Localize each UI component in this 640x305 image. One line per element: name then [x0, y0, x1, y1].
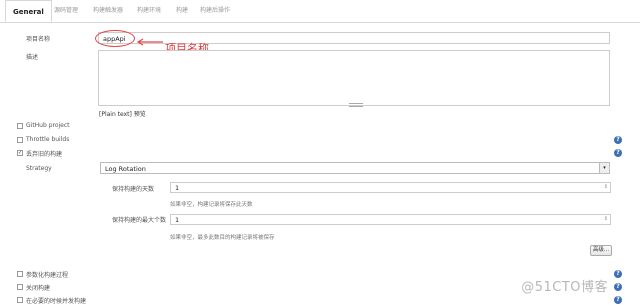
watermark: @51CTO博客: [521, 280, 608, 295]
max-builds-value: 1: [175, 216, 180, 224]
max-builds-hint: 如果非空，最多此数目的构建记录将被保存: [170, 235, 275, 241]
disable-build-checkbox[interactable]: [17, 284, 23, 290]
annotation-arrow: [136, 38, 163, 46]
help-icon[interactable]: ?: [614, 136, 622, 144]
days-to-keep-value: 1: [175, 184, 180, 192]
github-project-label: GitHub project: [26, 122, 70, 129]
concurrent-build-checkbox[interactable]: [17, 297, 23, 303]
github-project-checkbox[interactable]: [17, 123, 23, 129]
tab-general[interactable]: General: [5, 0, 52, 22]
throttle-builds-checkbox[interactable]: [17, 137, 23, 143]
advanced-button[interactable]: 高级...: [590, 245, 612, 256]
project-name-label: 项目名称: [26, 36, 51, 43]
tab-build-environment[interactable]: 构建环境: [137, 5, 161, 14]
days-to-keep-input[interactable]: 1 ⇕: [170, 182, 611, 193]
chevron-down-icon: ▾: [599, 163, 609, 173]
spinner-icon[interactable]: ⇕: [604, 216, 608, 222]
throttle-builds-label: Throttle builds: [26, 136, 70, 143]
tab-build[interactable]: 构建: [176, 5, 188, 14]
tab-bar: General 源码管理 构建触发器 构建环境 构建 构建后操作: [0, 0, 640, 23]
tab-post-build[interactable]: 构建后操作: [200, 5, 230, 14]
discard-old-builds-checkbox[interactable]: ✓: [17, 150, 23, 156]
max-builds-label: 保持构建的最大个数: [112, 217, 167, 224]
days-to-keep-label: 保持构建的天数: [112, 186, 155, 193]
help-icon[interactable]: ?: [614, 283, 622, 291]
strategy-value: Log Rotation: [105, 165, 146, 173]
description-label: 描述: [26, 54, 39, 61]
spinner-icon[interactable]: ⇕: [604, 184, 608, 190]
parameterized-label: 参数化构建过程: [26, 272, 69, 279]
description-textarea[interactable]: [98, 50, 610, 106]
help-icon[interactable]: ?: [614, 270, 622, 278]
tab-build-triggers[interactable]: 构建触发器: [93, 5, 123, 14]
tab-source-management[interactable]: 源码管理: [54, 5, 78, 14]
preview-link[interactable]: [Plain text] 预览: [99, 109, 146, 118]
concurrent-build-label: 在必要的时候并发构建: [26, 298, 87, 305]
max-builds-input[interactable]: 1 ⇕: [170, 214, 611, 225]
help-icon[interactable]: ?: [614, 296, 622, 304]
disable-build-label: 关闭构建: [26, 285, 51, 292]
strategy-select[interactable]: Log Rotation ▾: [100, 162, 610, 174]
discard-old-builds-label: 丢弃旧的构建: [26, 151, 63, 158]
parameterized-checkbox[interactable]: [17, 271, 23, 277]
textarea-resize-handle[interactable]: [349, 103, 363, 107]
days-to-keep-hint: 如果非空，构建记录将保存此天数: [170, 202, 253, 208]
strategy-label: Strategy: [26, 165, 52, 172]
help-icon[interactable]: ?: [614, 149, 622, 157]
highlight-ellipse: [95, 30, 135, 47]
